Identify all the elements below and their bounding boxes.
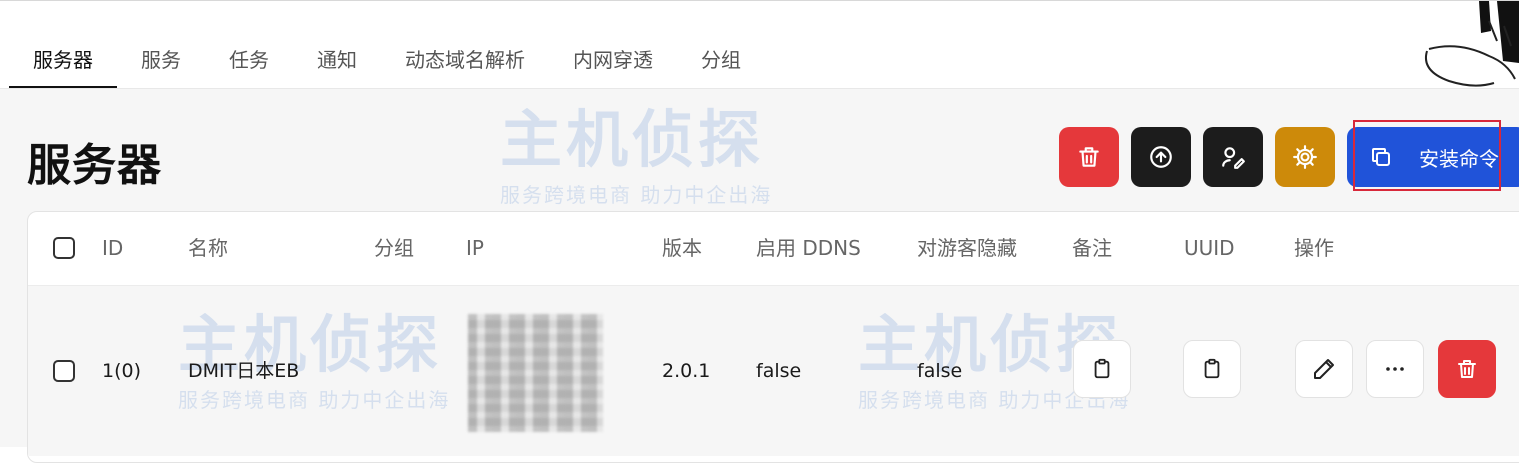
- page-title: 服务器: [27, 140, 162, 191]
- tab-notifications[interactable]: 通知: [293, 31, 381, 89]
- more-actions-button[interactable]: [1366, 340, 1424, 398]
- select-all-checkbox[interactable]: [53, 237, 75, 259]
- cell-hide-guest: false: [917, 360, 963, 382]
- toolbar-actions: [1059, 127, 1347, 187]
- server-table: ID 名称 分组 IP 版本 启用 DDNS 对游客隐藏 备注 UUID 操作 …: [27, 211, 1519, 463]
- force-update-button[interactable]: [1131, 127, 1191, 187]
- ellipsis-icon: [1386, 367, 1404, 371]
- table-row: 主机侦探 服务跨境电商 助力中企出海 主机侦探 服务跨境电商 助力中企出海 1(…: [28, 286, 1519, 456]
- copy-note-button[interactable]: [1073, 340, 1131, 398]
- cell-id: 1(0): [102, 360, 142, 382]
- settings-button[interactable]: [1275, 127, 1335, 187]
- col-hide-guest: 对游客隐藏: [917, 236, 1017, 260]
- user-edit-icon: [1222, 147, 1245, 169]
- col-ip: IP: [466, 236, 484, 260]
- gear-icon: [1293, 145, 1317, 169]
- tab-services[interactable]: 服务: [117, 31, 205, 89]
- clipboard-icon: [1094, 358, 1110, 379]
- top-nav: 服务器 服务 任务 通知 动态域名解析 内网穿透 分组: [0, 0, 1519, 107]
- delete-server-button[interactable]: [1438, 340, 1496, 398]
- tab-bar: 服务器 服务 任务 通知 动态域名解析 内网穿透 分组: [9, 31, 765, 89]
- trash-icon: [1458, 360, 1476, 378]
- row-checkbox[interactable]: [53, 360, 75, 382]
- trash-icon: [1079, 147, 1099, 167]
- tab-servers[interactable]: 服务器: [9, 31, 117, 89]
- main-content: 主机侦探 服务跨境电商 助力中企出海 服务器 安装命令 ID 名称 分组 IP …: [0, 88, 1519, 463]
- col-uuid: UUID: [1184, 236, 1235, 260]
- cell-version: 2.0.1: [662, 360, 711, 382]
- cell-ip-redacted: [468, 314, 603, 432]
- tab-nat[interactable]: 内网穿透: [549, 31, 677, 89]
- copy-uuid-button[interactable]: [1183, 340, 1241, 398]
- batch-delete-button[interactable]: [1059, 127, 1119, 187]
- watermark-logo: 主机侦探 服务跨境电商 助力中企出海: [500, 103, 773, 207]
- clipboard-icon: [1204, 358, 1220, 379]
- assign-group-button[interactable]: [1203, 127, 1263, 187]
- cell-ddns: false: [756, 360, 802, 382]
- copy-icon: [1372, 148, 1390, 166]
- col-name: 名称: [188, 236, 228, 260]
- cell-name: DMIT日本EB: [188, 360, 300, 382]
- pencil-icon: [1314, 359, 1334, 379]
- col-actions: 操作: [1294, 236, 1334, 260]
- table-header: ID 名称 分组 IP 版本 启用 DDNS 对游客隐藏 备注 UUID 操作: [28, 212, 1519, 286]
- install-command-label: 安装命令: [1419, 146, 1499, 171]
- tab-groups[interactable]: 分组: [677, 31, 765, 89]
- tab-tasks[interactable]: 任务: [205, 31, 293, 89]
- tab-ddns[interactable]: 动态域名解析: [381, 31, 549, 89]
- col-ddns: 启用 DDNS: [756, 236, 861, 260]
- edit-server-button[interactable]: [1295, 340, 1353, 398]
- col-note: 备注: [1072, 236, 1112, 260]
- arrow-up-circle-icon: [1150, 146, 1172, 168]
- install-command-button[interactable]: 安装命令: [1347, 127, 1519, 187]
- col-id: ID: [102, 236, 124, 260]
- col-group: 分组: [374, 236, 414, 260]
- col-version: 版本: [662, 236, 702, 260]
